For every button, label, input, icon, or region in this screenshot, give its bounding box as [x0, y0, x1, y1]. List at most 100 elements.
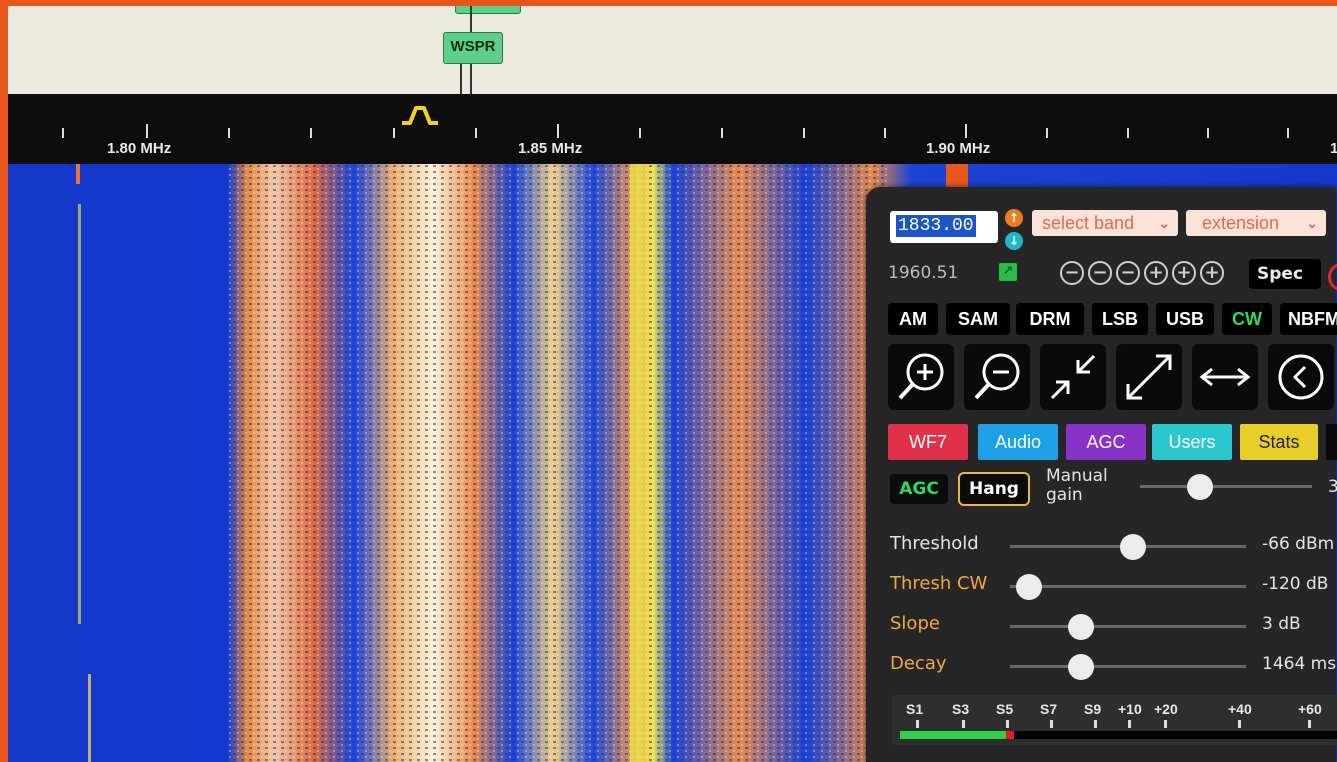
s-meter-tick — [1238, 720, 1241, 728]
s-meter-label: +10 — [1118, 701, 1142, 717]
s-meter-tick — [1050, 720, 1053, 728]
scale-tick — [803, 128, 805, 138]
waterfall-carrier — [88, 674, 91, 762]
scale-label: 1.80 MHz — [107, 140, 172, 157]
s-meter-label: S3 — [952, 701, 970, 717]
scale-tick — [721, 128, 723, 138]
scale-label: 1.90 MHz — [926, 140, 991, 157]
tab-more[interactable] — [1326, 424, 1337, 460]
scale-tick — [62, 128, 64, 138]
s-meter-tick — [1128, 720, 1131, 728]
agc-slider-track[interactable] — [1010, 665, 1246, 668]
scale-tick — [475, 128, 477, 138]
s-meter-label: S7 — [1040, 701, 1058, 717]
agc-slider-label: Decay — [890, 653, 947, 674]
mode-usb-button[interactable]: USB — [1156, 303, 1214, 335]
extension-dropdown[interactable]: extension ⌄ — [1186, 210, 1326, 236]
manual-gain-value: 3 — [1328, 477, 1337, 497]
scale-tick — [557, 124, 559, 138]
agc-slider-track[interactable] — [1010, 585, 1246, 588]
mode-cw-button[interactable]: CW — [1222, 303, 1272, 335]
zoom-plus-icon[interactable]: + — [1200, 261, 1224, 285]
zoom-plus-icon[interactable]: + — [1144, 261, 1168, 285]
s-meter-label: +20 — [1154, 701, 1178, 717]
frequency-scale[interactable]: 1.80 MHz 1.85 MHz 1.90 MHz 1 — [8, 94, 1337, 164]
scale-tick — [1046, 128, 1048, 138]
agc-slider-knob[interactable] — [1015, 574, 1042, 600]
frequency-up-icon[interactable]: ↑ — [1005, 209, 1023, 227]
zoom-minus-icon[interactable]: − — [1088, 261, 1112, 285]
back-button[interactable] — [1268, 344, 1334, 410]
tab-users[interactable]: Users — [1152, 424, 1232, 460]
spec-button[interactable]: Spec — [1249, 259, 1321, 289]
hang-toggle-button[interactable]: Hang — [958, 472, 1030, 506]
agc-slider-value: 3 dB — [1262, 614, 1301, 634]
frequency-value[interactable]: 1833.00 — [896, 215, 976, 237]
agc-slider-track[interactable] — [1010, 625, 1246, 628]
pan-button[interactable] — [1192, 344, 1258, 410]
scale-tick — [393, 128, 395, 138]
mode-lsb-button[interactable]: LSB — [1092, 303, 1148, 335]
agc-slider-value: -120 dB — [1262, 574, 1329, 594]
expand-icon — [1126, 354, 1172, 400]
zoom-minus-icon[interactable]: − — [1060, 261, 1084, 285]
select-band-dropdown[interactable]: select band ⌄ — [1032, 210, 1178, 236]
agc-slider-knob[interactable] — [1067, 654, 1094, 680]
s-meter-peak — [1005, 731, 1014, 739]
s-meter-label: S1 — [906, 701, 924, 717]
s-meter-tick — [1164, 720, 1167, 728]
scale-tick — [310, 128, 312, 138]
scale-tick — [884, 128, 886, 138]
zoom-plus-icon[interactable]: + — [1172, 261, 1196, 285]
zoom-minus-icon[interactable]: − — [1116, 261, 1140, 285]
external-link-icon[interactable]: ↗ — [999, 263, 1017, 281]
left-right-arrow-icon — [1199, 367, 1251, 387]
manual-gain-label: Manual gain — [1046, 466, 1108, 505]
tab-wf7[interactable]: WF7 — [888, 424, 968, 460]
manual-gain-slider[interactable] — [1140, 485, 1312, 488]
scale-tick — [1287, 128, 1289, 138]
waterfall-carrier — [78, 204, 81, 624]
wspr-band-tag[interactable]: WSPR — [443, 32, 503, 64]
agc-toggle-button[interactable]: AGC — [890, 474, 948, 504]
mode-sam-button[interactable]: SAM — [946, 303, 1010, 335]
scale-tick — [1207, 128, 1209, 138]
control-panel: 1833.00 ↑ ↓ select band ⌄ extension ⌄ 1960… — [866, 187, 1337, 762]
manual-gain-slider-knob[interactable] — [1187, 474, 1214, 500]
zoom-expand-button[interactable] — [1116, 344, 1182, 410]
s-meter-label: +40 — [1228, 701, 1252, 717]
passband-marker-icon[interactable] — [400, 104, 440, 126]
s-meter-level — [900, 731, 1006, 739]
record-icon[interactable] — [1328, 263, 1337, 291]
zoom-shrink-button[interactable] — [1040, 344, 1106, 410]
s-meter-tick — [1006, 720, 1009, 728]
zoom-out-button[interactable] — [964, 344, 1030, 410]
band-marker-line — [460, 64, 462, 94]
tab-audio[interactable]: Audio — [978, 424, 1058, 460]
s-meter-tick — [1308, 720, 1311, 728]
scale-tick — [965, 124, 967, 138]
agc-slider-label: Slope — [890, 613, 940, 634]
mode-am-button[interactable]: AM — [888, 303, 938, 335]
scale-label: 1 — [1330, 140, 1337, 157]
s-meter-tick — [916, 720, 919, 728]
band-tag-upper[interactable] — [455, 6, 521, 14]
scale-tick — [1127, 128, 1129, 138]
agc-slider-knob[interactable] — [1067, 614, 1094, 640]
frequency-input[interactable]: 1833.00 — [890, 211, 998, 243]
tab-agc[interactable]: AGC — [1066, 424, 1146, 460]
s-meter-label: S9 — [1084, 701, 1102, 717]
chevron-down-icon: ⌄ — [1158, 215, 1170, 231]
frequency-down-icon[interactable]: ↓ — [1005, 232, 1023, 250]
tab-stats[interactable]: Stats — [1240, 424, 1318, 460]
zoom-in-button[interactable] — [888, 344, 954, 410]
s-meter-tick — [1094, 720, 1097, 728]
agc-slider-knob[interactable] — [1119, 534, 1146, 560]
mode-nbfm-button[interactable]: NBFM — [1280, 303, 1337, 335]
scale-tick — [228, 128, 230, 138]
mode-drm-button[interactable]: DRM — [1016, 303, 1084, 335]
zoom-out-icon — [974, 353, 1020, 400]
s-meter: S1 S3 S5 S7 S9 +10 +20 +40 +60 — [892, 695, 1337, 745]
agc-slider-label: Thresh CW — [890, 573, 988, 594]
chevron-left-circle-icon — [1278, 354, 1324, 400]
